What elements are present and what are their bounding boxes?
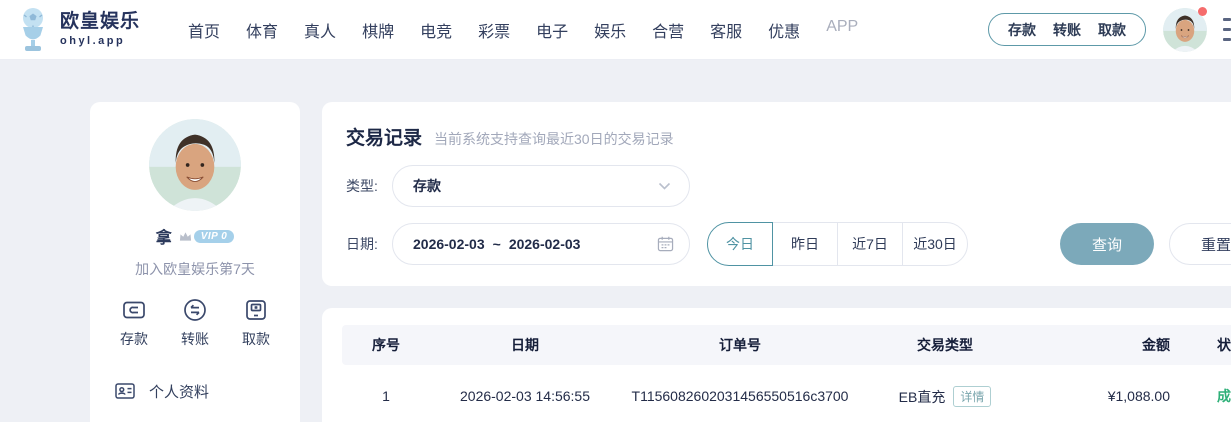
row-status: 成功: [1217, 388, 1231, 404]
calendar-icon: [657, 236, 674, 252]
date-to-value: 2026-02-03: [508, 236, 581, 252]
page-subtitle: 当前系统支持查询最近30日的交易记录: [434, 131, 674, 147]
brand-text: 欧皇娱乐 ohyl.app: [60, 11, 141, 47]
username: 拿: [155, 230, 172, 247]
nav-item-affiliate[interactable]: 合营: [652, 18, 684, 42]
topbar-right: 存款 转账 取款: [988, 6, 1231, 52]
header-withdraw-link[interactable]: 取款: [1098, 20, 1126, 40]
sidebar-quick-actions: 存款 转账 取款: [90, 297, 300, 349]
header-deposit-link[interactable]: 存款: [1008, 20, 1036, 40]
brand-name: 欧皇娱乐: [60, 11, 141, 33]
sidebar-transfer-label: 转账: [181, 331, 209, 347]
col-header-order: 订单号: [719, 337, 761, 353]
range-30days-button[interactable]: 近30日: [902, 222, 968, 266]
date-range-input[interactable]: 2026-02-03 ~ 2026-02-03: [392, 223, 690, 265]
nav-item-live[interactable]: 真人: [304, 18, 336, 42]
search-button[interactable]: 查询: [1060, 223, 1154, 265]
wallet-actions-group: 存款 转账 取款: [988, 13, 1146, 46]
id-card-icon: [114, 380, 136, 402]
col-header-index: 序号: [372, 337, 400, 353]
table-header-row: 序号 日期 订单号 交易类型 金额 状态: [342, 325, 1231, 365]
nav-item-chess[interactable]: 棋牌: [362, 18, 394, 42]
title-row: 交易记录 当前系统支持查询最近30日的交易记录: [346, 123, 1231, 150]
sidebar-deposit-label: 存款: [120, 331, 148, 347]
crown-icon: [179, 231, 192, 242]
wallet-icon: [121, 297, 147, 323]
col-header-status: 状态: [1217, 337, 1231, 353]
reset-button[interactable]: 重置: [1169, 223, 1231, 265]
sidebar-deposit-action[interactable]: 存款: [120, 297, 148, 349]
header-transfer-link[interactable]: 转账: [1053, 20, 1081, 40]
detail-tag-button[interactable]: 详情: [953, 385, 992, 407]
table-row: 1 2026-02-03 14:56:55 T11560826020314565…: [342, 365, 1231, 422]
sidebar-withdraw-action[interactable]: 取款: [242, 297, 270, 349]
date-filter-row: 日期: 2026-02-03 ~ 2026-02-03 今日 昨日 近7日 近3…: [346, 222, 1231, 266]
date-from-value: 2026-02-03: [413, 236, 485, 252]
sidebar-item-profile[interactable]: 个人资料: [90, 371, 300, 411]
row-amount: ¥1,088.00: [1107, 388, 1170, 404]
vip-level-label: VIP 0: [193, 229, 235, 243]
withdraw-icon: [243, 297, 269, 323]
sidebar-withdraw-label: 取款: [242, 331, 270, 347]
vip-badge[interactable]: VIP 0: [179, 229, 235, 243]
sidebar-item-profile-label: 个人资料: [149, 383, 210, 401]
chevron-down-icon: [658, 182, 671, 190]
row-index: 1: [382, 388, 390, 404]
trophy-logo-icon: [14, 7, 52, 53]
page: 欧皇娱乐 ohyl.app 首页 体育 真人 棋牌 电竞 彩票 电子 娱乐 合营…: [0, 0, 1231, 422]
row-datetime: 2026-02-03 14:56:55: [460, 388, 590, 404]
main-column: 交易记录 当前系统支持查询最近30日的交易记录 类型: 存款 日期: 2026-…: [322, 102, 1231, 422]
col-header-amount: 金额: [1142, 337, 1170, 353]
nav-item-app[interactable]: APP: [826, 18, 858, 42]
nav-item-entertainment[interactable]: 娱乐: [594, 18, 626, 42]
range-7days-button[interactable]: 近7日: [837, 222, 903, 266]
row-type: EB直充 详情: [860, 385, 1030, 407]
nav-item-slots[interactable]: 电子: [536, 18, 568, 42]
sidebar-transfer-action[interactable]: 转账: [181, 297, 209, 349]
range-yesterday-button[interactable]: 昨日: [772, 222, 838, 266]
range-today-button[interactable]: 今日: [707, 222, 773, 266]
nav-item-sports[interactable]: 体育: [246, 18, 278, 42]
type-label: 类型:: [346, 178, 378, 194]
cutoff-user-info: [1223, 18, 1231, 41]
col-header-type: 交易类型: [917, 337, 973, 353]
page-content: 拿 VIP 0 加入欧皇娱乐第7天 存款 转账 取款 个人资料 交易记录 当前系…: [0, 60, 1231, 422]
transaction-filter-card: 交易记录 当前系统支持查询最近30日的交易记录 类型: 存款 日期: 2026-…: [322, 102, 1231, 286]
row-type-label: EB直充: [898, 388, 946, 405]
nav-item-esports[interactable]: 电竞: [420, 18, 452, 42]
top-header: 欧皇娱乐 ohyl.app 首页 体育 真人 棋牌 电竞 彩票 电子 娱乐 合营…: [0, 0, 1231, 60]
type-filter-row: 类型: 存款: [346, 165, 1231, 207]
type-select[interactable]: 存款: [392, 165, 690, 207]
main-nav: 首页 体育 真人 棋牌 电竞 彩票 电子 娱乐 合营 客服 优惠 APP: [188, 18, 858, 42]
notification-dot: [1198, 6, 1207, 16]
type-select-value: 存款: [413, 178, 441, 194]
sidebar-menu: 个人资料 VIP特权: [90, 371, 300, 422]
nav-item-lottery[interactable]: 彩票: [478, 18, 510, 42]
brand-domain: ohyl.app: [60, 34, 126, 47]
quick-range-group: 今日 昨日 近7日 近30日: [707, 222, 968, 266]
nav-item-home[interactable]: 首页: [188, 18, 220, 42]
date-label: 日期:: [346, 236, 378, 252]
col-header-date: 日期: [511, 337, 539, 353]
row-order-no: T1156082602031456550516c3700: [631, 388, 849, 404]
user-row: 拿 VIP 0: [90, 224, 300, 248]
date-separator: ~: [492, 236, 501, 252]
transaction-table-card: 序号 日期 订单号 交易类型 金额 状态 1 2026-02-03 14:56:…: [322, 308, 1231, 422]
page-title: 交易记录: [346, 128, 423, 149]
profile-avatar[interactable]: [149, 119, 241, 211]
join-days-text: 加入欧皇娱乐第7天: [135, 261, 255, 277]
nav-item-promo[interactable]: 优惠: [768, 18, 800, 42]
header-avatar[interactable]: [1163, 6, 1207, 52]
transfer-icon: [182, 297, 208, 323]
brand-logo[interactable]: 欧皇娱乐 ohyl.app: [14, 7, 140, 53]
nav-item-service[interactable]: 客服: [710, 18, 742, 42]
profile-sidebar: 拿 VIP 0 加入欧皇娱乐第7天 存款 转账 取款 个人资料: [90, 102, 300, 422]
